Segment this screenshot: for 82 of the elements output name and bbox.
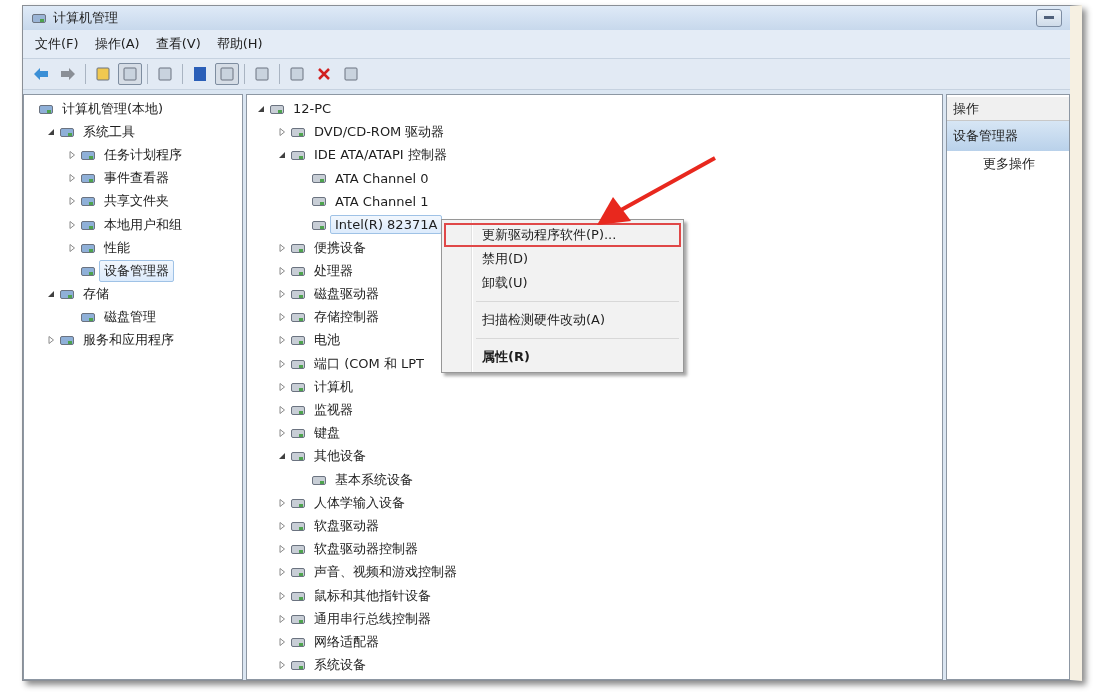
- expand-arrow-icon[interactable]: [276, 496, 288, 509]
- remove-icon: [316, 66, 332, 82]
- tree-item[interactable]: 计算机管理(本地): [57, 97, 169, 120]
- expand-arrow-icon[interactable]: [276, 311, 288, 324]
- expand-arrow-icon[interactable]: [276, 264, 288, 277]
- tree-item[interactable]: 其他设备: [309, 445, 371, 468]
- expand-arrow-icon[interactable]: [276, 380, 288, 393]
- context-menu-item[interactable]: 禁用(D): [444, 247, 681, 271]
- expand-arrow-icon[interactable]: [276, 427, 288, 440]
- expand-arrow-icon[interactable]: [276, 334, 288, 347]
- panel-icon: [219, 66, 235, 82]
- menu-item[interactable]: 查看(V): [149, 33, 207, 55]
- tree-item[interactable]: 任务计划程序: [99, 143, 187, 166]
- menu-item[interactable]: 文件(F): [29, 33, 85, 55]
- expand-arrow-icon[interactable]: [276, 241, 288, 254]
- menu-item[interactable]: 操作(A): [88, 33, 146, 55]
- context-menu-item[interactable]: 扫描检测硬件改动(A): [444, 308, 681, 332]
- tree-item[interactable]: 网络适配器: [309, 630, 384, 653]
- tree-item[interactable]: 电池: [309, 329, 345, 352]
- context-menu-item[interactable]: 卸载(U): [444, 271, 681, 295]
- expand-arrow-icon[interactable]: [66, 148, 78, 161]
- tree-item[interactable]: 声音、视频和游戏控制器: [309, 561, 462, 584]
- expand-arrow-icon[interactable]: [66, 172, 78, 185]
- expand-arrow-icon[interactable]: [276, 519, 288, 532]
- tree-item[interactable]: 鼠标和其他指针设备: [309, 584, 436, 607]
- tree-item[interactable]: 设备管理器: [99, 259, 174, 282]
- minimize-button[interactable]: [1036, 9, 1062, 27]
- expand-arrow-icon[interactable]: [276, 659, 288, 672]
- context-menu-item[interactable]: 属性(R): [444, 345, 681, 369]
- expand-arrow-icon[interactable]: [45, 334, 57, 347]
- expand-arrow-icon[interactable]: [276, 288, 288, 301]
- tree-item[interactable]: Intel(R) 82371A: [330, 215, 443, 235]
- expand-arrow-icon[interactable]: [276, 612, 288, 625]
- toolbar-button[interactable]: [118, 63, 142, 85]
- panel-icon: [122, 66, 138, 82]
- minimize-icon: [1044, 16, 1054, 20]
- tree-item[interactable]: 基本系统设备: [330, 468, 418, 491]
- back-arrow-icon: [33, 66, 49, 82]
- actions-header: 操作: [947, 97, 1069, 121]
- tree-item[interactable]: 端口 (COM 和 LPT: [309, 352, 430, 375]
- tree-item[interactable]: 12-PC: [288, 99, 337, 119]
- expand-arrow-icon[interactable]: [276, 125, 288, 138]
- tree-item[interactable]: 本地用户和组: [99, 213, 187, 236]
- context-menu-item[interactable]: 更新驱动程序软件(P)...: [444, 223, 681, 247]
- expand-arrow-icon[interactable]: [276, 589, 288, 602]
- tree-item[interactable]: 磁盘驱动器: [309, 283, 384, 306]
- tree-item[interactable]: 事件查看器: [99, 167, 174, 190]
- tree-item[interactable]: ATA Channel 1: [330, 191, 434, 211]
- tree-item[interactable]: 存储控制器: [309, 306, 384, 329]
- window-title: 计算机管理: [53, 9, 119, 27]
- expand-arrow-icon[interactable]: [276, 543, 288, 556]
- tree-item[interactable]: 磁盘管理: [99, 306, 161, 329]
- expand-arrow-icon[interactable]: [276, 357, 288, 370]
- tree-item[interactable]: 计算机: [309, 375, 358, 398]
- expand-arrow-icon[interactable]: [276, 635, 288, 648]
- tree-item[interactable]: 键盘: [309, 422, 345, 445]
- menu-item[interactable]: 帮助(H): [210, 33, 269, 55]
- forward-arrow-icon: [60, 66, 76, 82]
- tree-item[interactable]: 监视器: [309, 399, 358, 422]
- toolbar-button[interactable]: [215, 63, 239, 85]
- tree-item[interactable]: 系统设备: [309, 654, 371, 677]
- expand-arrow-icon[interactable]: [276, 566, 288, 579]
- tree-item[interactable]: 存储: [78, 283, 114, 306]
- tree-item[interactable]: 共享文件夹: [99, 190, 174, 213]
- tree-item[interactable]: 便携设备: [309, 236, 371, 259]
- tree-item[interactable]: 处理器: [309, 259, 358, 282]
- tree-item[interactable]: 服务和应用程序: [78, 329, 179, 352]
- action-link[interactable]: 更多操作: [947, 151, 1069, 177]
- tree-item[interactable]: 人体学输入设备: [309, 491, 410, 514]
- tree-item[interactable]: ATA Channel 0: [330, 168, 434, 188]
- tree-item[interactable]: 性能: [99, 236, 135, 259]
- tree-item[interactable]: 软盘驱动器: [309, 514, 384, 537]
- expand-arrow-icon[interactable]: [66, 218, 78, 231]
- expand-arrow-icon[interactable]: [66, 241, 78, 254]
- tree-item[interactable]: IDE ATA/ATAPI 控制器: [309, 143, 452, 166]
- tree-item[interactable]: 通用串行总线控制器: [309, 607, 436, 630]
- tree-item[interactable]: DVD/CD-ROM 驱动器: [309, 120, 450, 143]
- expand-arrow-icon[interactable]: [276, 404, 288, 417]
- expand-arrow-icon[interactable]: [66, 195, 78, 208]
- tree-item[interactable]: 系统工具: [78, 120, 140, 143]
- tree-item[interactable]: 软盘驱动器控制器: [309, 538, 423, 561]
- actions-section[interactable]: 设备管理器: [947, 121, 1069, 151]
